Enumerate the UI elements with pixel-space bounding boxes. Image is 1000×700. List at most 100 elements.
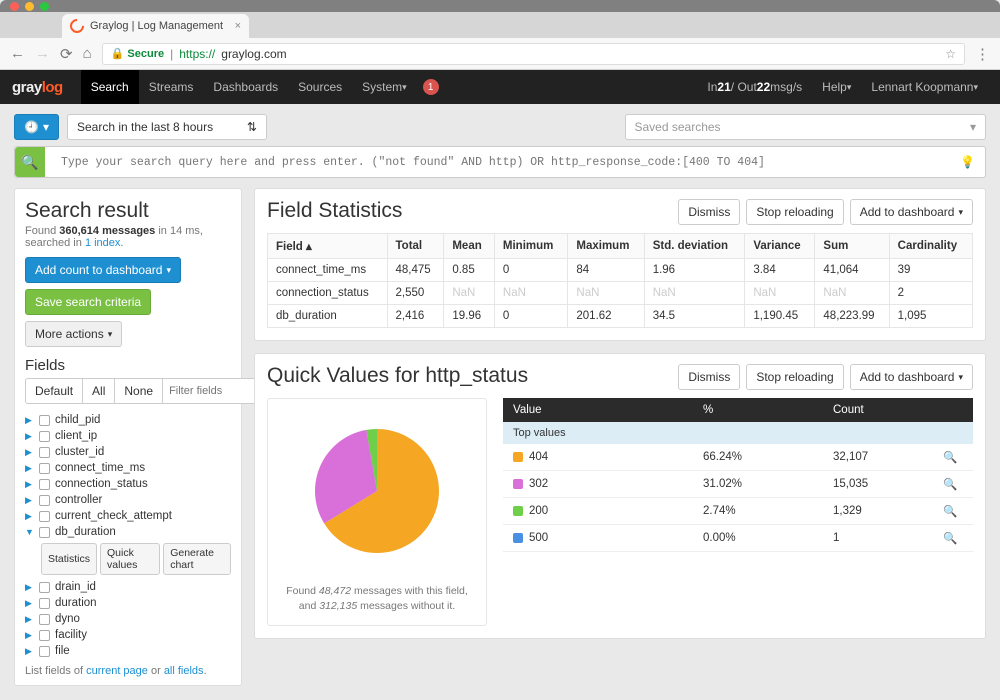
back-icon[interactable]: ← bbox=[10, 45, 25, 62]
qv-dismiss-button[interactable]: Dismiss bbox=[678, 364, 740, 390]
field-checkbox[interactable] bbox=[39, 511, 50, 522]
field-checkbox[interactable] bbox=[39, 582, 50, 593]
caret-icon: ▶ bbox=[25, 646, 34, 657]
field-item[interactable]: ▶connection_status bbox=[25, 476, 231, 492]
field-item[interactable]: ▶client_ip bbox=[25, 428, 231, 444]
field-checkbox[interactable] bbox=[39, 431, 50, 442]
maximize-window-dot[interactable] bbox=[40, 2, 49, 11]
add-count-to-dashboard-button[interactable]: Add count to dashboard bbox=[25, 257, 181, 283]
qv-stop-reloading-button[interactable]: Stop reloading bbox=[746, 364, 843, 390]
more-actions-button[interactable]: More actions bbox=[25, 321, 122, 347]
field-item[interactable]: ▶child_pid bbox=[25, 412, 231, 428]
stats-col-header[interactable]: Total bbox=[387, 234, 444, 259]
stats-col-header[interactable]: Sum bbox=[815, 234, 889, 259]
reload-icon[interactable]: ⟳ bbox=[60, 45, 73, 63]
stats-col-header[interactable]: Mean bbox=[444, 234, 495, 259]
stats-stop-reloading-button[interactable]: Stop reloading bbox=[746, 199, 843, 225]
tab-title: Graylog | Log Management bbox=[90, 20, 223, 32]
field-checkbox[interactable] bbox=[39, 614, 50, 625]
field-item[interactable]: ▶facility bbox=[25, 627, 231, 643]
field-action-button[interactable]: Generate chart bbox=[163, 543, 231, 575]
nav-user-menu[interactable]: Lennart Koopmann bbox=[861, 70, 988, 104]
field-item[interactable]: ▶file bbox=[25, 643, 231, 659]
timerange-mode-button[interactable]: 🕘▾ bbox=[14, 114, 59, 140]
nav-streams[interactable]: Streams bbox=[139, 70, 204, 104]
field-checkbox[interactable] bbox=[39, 495, 50, 506]
current-page-link[interactable]: current page bbox=[86, 665, 148, 677]
nav-help[interactable]: Help bbox=[812, 70, 861, 104]
query-help-icon[interactable]: 💡 bbox=[960, 155, 985, 169]
magnify-icon[interactable]: 🔍 bbox=[943, 477, 963, 491]
minimize-window-dot[interactable] bbox=[25, 2, 34, 11]
field-checkbox[interactable] bbox=[39, 447, 50, 458]
fields-tab-all[interactable]: All bbox=[82, 378, 115, 404]
magnify-icon[interactable]: 🔍 bbox=[943, 531, 963, 545]
search-controls: 🕘▾ Search in the last 8 hours⇅ Saved sea… bbox=[0, 104, 1000, 188]
caret-icon: ▶ bbox=[25, 511, 34, 522]
star-icon[interactable]: ☆ bbox=[945, 47, 956, 61]
field-checkbox[interactable] bbox=[39, 630, 50, 641]
stats-col-header[interactable]: Maximum bbox=[568, 234, 644, 259]
all-fields-link[interactable]: all fields bbox=[164, 665, 204, 677]
qv-col-count: Count bbox=[833, 404, 963, 416]
stats-col-header[interactable]: Cardinality bbox=[889, 234, 972, 259]
field-item[interactable]: ▶duration bbox=[25, 595, 231, 611]
menu-icon[interactable]: ⋮ bbox=[975, 45, 990, 63]
caret-icon: ▶ bbox=[25, 447, 34, 458]
magnify-icon[interactable]: 🔍 bbox=[943, 504, 963, 518]
field-checkbox[interactable] bbox=[39, 479, 50, 490]
index-link[interactable]: 1 index bbox=[85, 237, 120, 249]
field-action-button[interactable]: Quick values bbox=[100, 543, 160, 575]
nav-sources[interactable]: Sources bbox=[288, 70, 352, 104]
stats-dismiss-button[interactable]: Dismiss bbox=[678, 199, 740, 225]
url-field[interactable]: 🔒 Secure | https://graylog.com ☆ bbox=[102, 43, 965, 65]
macos-traffic-lights bbox=[0, 0, 1000, 12]
notification-badge[interactable]: 1 bbox=[423, 79, 439, 95]
fields-tab-none[interactable]: None bbox=[114, 378, 163, 404]
stats-col-header[interactable]: Field ▴ bbox=[268, 234, 388, 259]
qv-count: 1,329 bbox=[833, 505, 943, 517]
field-item[interactable]: ▶connect_time_ms bbox=[25, 460, 231, 476]
timerange-select[interactable]: Search in the last 8 hours⇅ bbox=[67, 114, 267, 140]
field-name: current_check_attempt bbox=[55, 510, 172, 522]
stats-col-header[interactable]: Variance bbox=[745, 234, 815, 259]
nav-search[interactable]: Search bbox=[81, 70, 139, 104]
field-item[interactable]: ▼db_duration bbox=[25, 524, 231, 540]
nav-system[interactable]: System bbox=[352, 70, 417, 104]
stats-cell: NaN bbox=[494, 282, 568, 305]
qv-count: 1 bbox=[833, 532, 943, 544]
graylog-logo[interactable]: graylog bbox=[12, 79, 63, 96]
field-checkbox[interactable] bbox=[39, 463, 50, 474]
save-search-criteria-button[interactable]: Save search criteria bbox=[25, 289, 151, 315]
field-checkbox[interactable] bbox=[39, 646, 50, 657]
field-item[interactable]: ▶controller bbox=[25, 492, 231, 508]
nav-dashboards[interactable]: Dashboards bbox=[203, 70, 288, 104]
url-host: graylog.com bbox=[221, 47, 286, 61]
fields-list: ▶child_pid▶client_ip▶cluster_id▶connect_… bbox=[25, 412, 231, 659]
field-item[interactable]: ▶drain_id bbox=[25, 579, 231, 595]
fields-tab-default[interactable]: Default bbox=[25, 378, 83, 404]
stats-col-header[interactable]: Minimum bbox=[494, 234, 568, 259]
pie-chart bbox=[287, 411, 467, 571]
qv-add-to-dashboard-button[interactable]: Add to dashboard bbox=[850, 364, 973, 390]
search-input[interactable] bbox=[53, 149, 952, 176]
browser-tab[interactable]: Graylog | Log Management × bbox=[62, 14, 249, 38]
forward-icon[interactable]: → bbox=[35, 45, 50, 62]
field-checkbox[interactable] bbox=[39, 415, 50, 426]
home-icon[interactable]: ⌂ bbox=[83, 45, 92, 62]
field-checkbox[interactable] bbox=[39, 598, 50, 609]
caret-icon: ▶ bbox=[25, 582, 34, 593]
search-submit-button[interactable]: 🔍 bbox=[15, 147, 45, 177]
close-window-dot[interactable] bbox=[10, 2, 19, 11]
field-action-button[interactable]: Statistics bbox=[41, 543, 97, 575]
field-item[interactable]: ▶ current_check_attempt bbox=[25, 508, 231, 524]
field-item[interactable]: ▶cluster_id bbox=[25, 444, 231, 460]
field-checkbox[interactable] bbox=[39, 527, 50, 538]
color-swatch bbox=[513, 533, 523, 543]
stats-col-header[interactable]: Std. deviation bbox=[644, 234, 745, 259]
pie-chart-container: Found 48,472 messages with this field, a… bbox=[267, 398, 487, 626]
magnify-icon[interactable]: 🔍 bbox=[943, 450, 963, 464]
saved-searches-select[interactable]: Saved searches▾ bbox=[625, 114, 987, 140]
close-tab-icon[interactable]: × bbox=[235, 20, 241, 32]
stats-add-to-dashboard-button[interactable]: Add to dashboard bbox=[850, 199, 973, 225]
